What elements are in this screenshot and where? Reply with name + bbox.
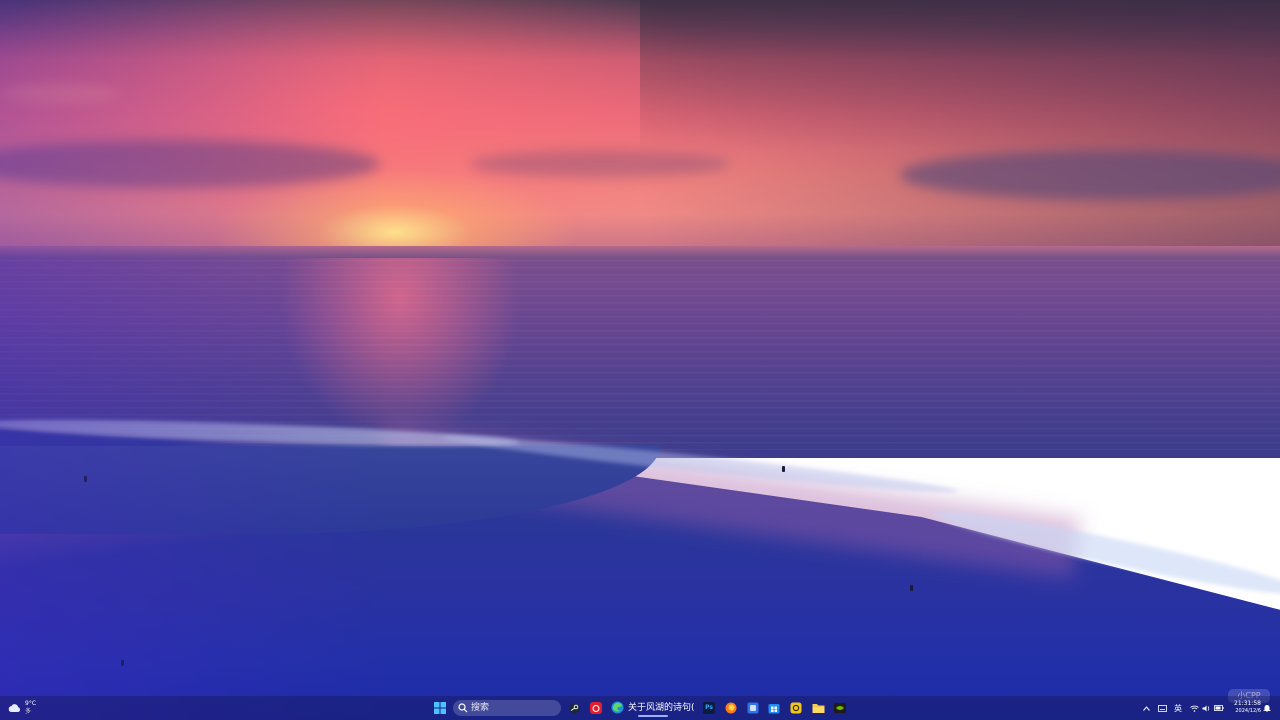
desktop: 小CPP 9°C 多 搜索 关于风湖的诗句(Ps 英 21:31:58 202… [0,0,1280,720]
wallpaper-sky-shade [640,0,1280,252]
battery-glyph-icon [1214,705,1224,711]
beach-person [782,466,785,472]
keyboard-glyph-icon [1157,704,1167,712]
speaker-glyph-icon [1202,705,1209,711]
beach-person [84,476,87,482]
cloud-icon [8,704,21,712]
chevron-up-icon[interactable] [1141,701,1151,715]
clock-date: 2024/12/6 [1235,708,1261,714]
app-chat-icon [790,702,802,714]
folder-icon [812,704,824,713]
wallpaper-cloud [470,150,730,178]
chevron-up-glyph-icon [1142,705,1150,711]
beach-person [121,660,124,666]
photoshop-label: Ps [703,702,715,714]
wallpaper-cloud [0,84,120,104]
edge-browser-icon [611,701,624,714]
app-yellow-icon[interactable] [789,701,803,715]
store-icon[interactable] [767,701,781,715]
windows-start-icon[interactable] [433,701,447,715]
keyboard-icon[interactable] [1156,701,1168,715]
clock-time: 21:31:58 [1234,700,1261,707]
notification-icon[interactable] [1262,701,1272,715]
edge-browser-button[interactable]: 关于风湖的诗句( [608,699,698,717]
beach-person [910,585,913,591]
system-clock[interactable]: 21:31:58 2024/12/6 [1227,699,1261,717]
steam-icon[interactable] [567,701,581,715]
active-window-indicator [638,715,668,717]
app-window-icon [747,702,759,714]
file-explorer-icon[interactable] [811,701,825,715]
steam-logo-icon [569,703,579,713]
store-bag-icon [768,704,780,714]
windows-logo-icon [434,702,446,714]
firefox-icon[interactable] [724,701,738,715]
battery-icon[interactable] [1213,701,1225,715]
weather-condition: 多 [25,708,32,715]
netease-music-icon[interactable] [589,701,603,715]
input-language[interactable]: 英 [1172,701,1184,715]
taskbar-search[interactable]: 搜索 [453,700,561,716]
app-blue-icon[interactable] [746,701,760,715]
weather-temperature: 9°C [25,700,37,707]
search-icon [458,703,468,713]
photoshop-icon[interactable]: Ps [702,701,716,715]
taskbar: 9°C 多 搜索 关于风湖的诗句(Ps 英 21:31:58 2024/12/… [0,696,1280,720]
weather-widget[interactable]: 9°C 多 [6,698,46,718]
firefox-logo-icon [725,702,737,714]
edge-window-title: 关于风湖的诗句( [628,703,695,713]
wifi-icon[interactable] [1189,701,1199,715]
volume-icon[interactable] [1201,701,1211,715]
music-logo-icon [590,702,602,714]
nvidia-eye-icon [834,703,846,713]
search-placeholder: 搜索 [471,703,490,713]
nvidia-icon[interactable] [833,701,847,715]
bell-glyph-icon [1263,705,1271,712]
wifi-glyph-icon [1189,705,1199,712]
